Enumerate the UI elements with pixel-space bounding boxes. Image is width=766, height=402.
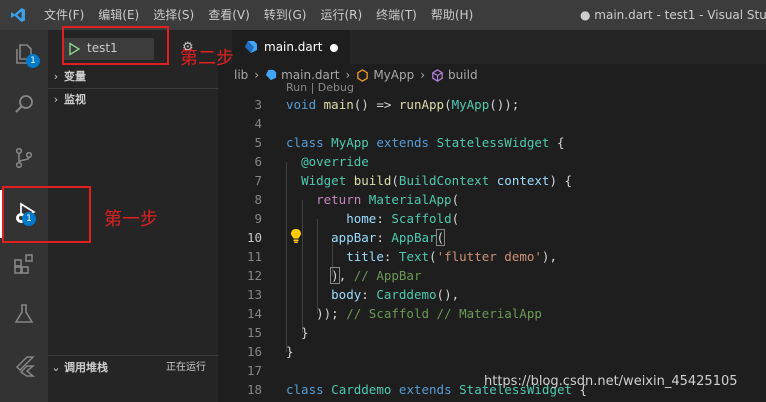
flutter-button[interactable] (0, 342, 48, 390)
line-number: 15 (246, 325, 262, 340)
breadcrumb-method[interactable]: build (431, 68, 478, 82)
flutter-icon (15, 356, 36, 377)
line-number: 16 (246, 344, 262, 359)
line-number: 10 (246, 230, 262, 245)
breadcrumb-label: build (448, 68, 478, 82)
line-number: 3 (254, 97, 262, 112)
code-line: 8 return MaterialApp( (218, 190, 766, 209)
code-line: 3 void main() => runApp(MyApp()); (218, 95, 766, 114)
chevron-right-icon: › (53, 93, 59, 106)
code-line: 5 class MyApp extends StatelessWidget { (218, 133, 766, 152)
code-line: 7 Widget build(BuildContext context) { (218, 171, 766, 190)
line-number: 11 (246, 249, 262, 264)
code-line: 12 ), // AppBar (218, 266, 766, 285)
codelens-run-debug[interactable]: Run | Debug (286, 81, 354, 94)
code-line: 4 (218, 114, 766, 133)
source-control-icon (15, 147, 33, 169)
code-editor[interactable]: Run | Debug 3 void main() => runApp(MyApp… (218, 81, 766, 402)
explorer-button[interactable]: 1 (0, 30, 48, 78)
line-number: 13 (246, 287, 262, 302)
line-number: 5 (254, 135, 262, 150)
menu-help[interactable]: 帮助(H) (431, 0, 473, 30)
menu-view[interactable]: 查看(V) (208, 0, 250, 30)
class-icon (357, 68, 369, 82)
code-line: 6 @override (218, 152, 766, 171)
window-title: ● main.dart - test1 - Visual Studio C (580, 8, 766, 22)
annotation-box-step2 (62, 26, 169, 65)
unsaved-dot-icon[interactable] (330, 44, 338, 52)
annotation-step1: 第一步 (104, 209, 158, 230)
menu-go[interactable]: 转到(G) (264, 0, 307, 30)
search-button[interactable] (0, 80, 48, 128)
code-line: 16} (218, 342, 766, 361)
source-control-button[interactable] (0, 134, 48, 182)
divider (48, 355, 218, 356)
breadcrumb-label: lib (234, 68, 249, 82)
tab-label: main.dart (264, 40, 323, 54)
extensions-button[interactable] (0, 240, 48, 288)
explorer-badge: 1 (26, 54, 40, 68)
search-icon (15, 95, 33, 113)
testing-button[interactable] (0, 290, 48, 338)
chevron-right-icon: › (420, 68, 426, 82)
tab-main-dart[interactable]: main.dart (232, 30, 350, 64)
code-line: 10 appBar: AppBar( (218, 228, 766, 247)
breadcrumb-lib[interactable]: lib (234, 68, 248, 82)
extensions-icon (14, 254, 33, 274)
dart-file-icon (245, 41, 257, 53)
code-line: 13 body: Carddemo(), (218, 285, 766, 304)
menu-run[interactable]: 运行(R) (320, 0, 362, 30)
flask-icon (14, 304, 34, 323)
line-number: 14 (246, 306, 262, 321)
callstack-section[interactable]: ⌄ 调用堆栈 正在运行 (48, 357, 218, 379)
line-number: 9 (254, 211, 262, 226)
line-number: 4 (254, 116, 262, 131)
annotation-step2: 第二步 (180, 48, 234, 69)
callstack-status: 正在运行 (166, 362, 206, 373)
code-line: 14 )); // Scaffold // MaterialApp (218, 304, 766, 323)
annotation-box-step1 (2, 186, 91, 243)
code-line: 11 title: Text('flutter demo'), (218, 247, 766, 266)
chevron-down-icon: ⌄ (51, 361, 61, 374)
editor-tabs: main.dart (218, 30, 766, 64)
code-line: 15 } (218, 323, 766, 342)
watch-section[interactable]: › 监视 (48, 89, 218, 111)
line-number: 7 (254, 173, 262, 188)
vscode-logo-icon (10, 7, 26, 26)
watermark: https://blog.csdn.net/weixin_45425105 (484, 374, 738, 389)
line-number: 8 (254, 192, 262, 207)
line-number: 18 (246, 382, 262, 397)
breadcrumb-file[interactable]: main.dart (265, 68, 340, 82)
chevron-right-icon: › (53, 70, 59, 83)
line-number: 6 (254, 154, 262, 169)
breadcrumb-label: MyApp (373, 68, 415, 82)
line-number: 17 (246, 363, 262, 378)
dart-file-icon (265, 69, 277, 81)
code-line: 9 home: Scaffold( (218, 209, 766, 228)
breadcrumb-label: main.dart (281, 68, 340, 82)
menu-terminal[interactable]: 终端(T) (376, 0, 417, 30)
method-icon (432, 68, 443, 82)
breadcrumb-class[interactable]: MyApp (356, 68, 414, 82)
chevron-right-icon: › (254, 68, 260, 82)
watch-title: 监视 (64, 93, 86, 106)
chevron-right-icon: › (345, 68, 351, 82)
line-number: 12 (246, 268, 262, 283)
variables-title: 变量 (64, 70, 86, 83)
callstack-title: 调用堆栈 (64, 361, 108, 374)
